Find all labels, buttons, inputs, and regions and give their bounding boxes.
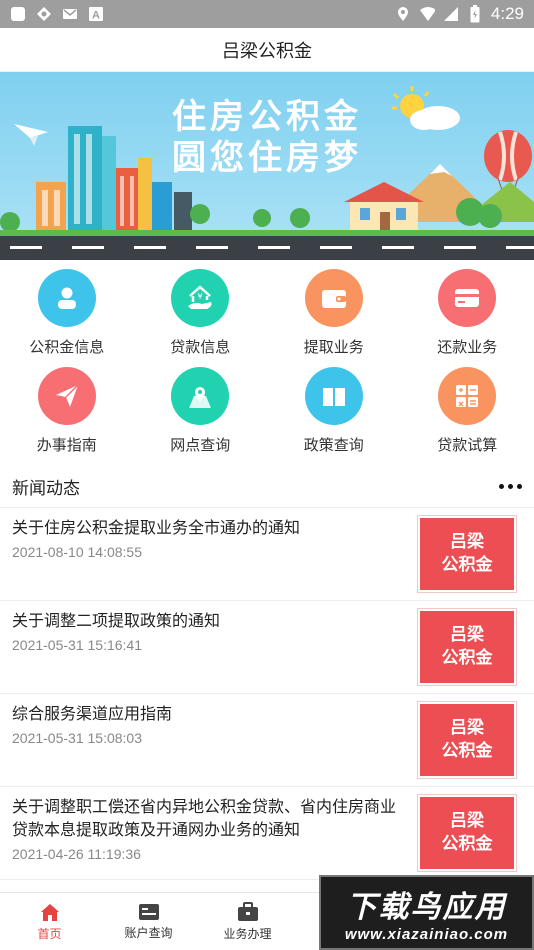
- nav-item-label: 业务办理: [223, 926, 272, 941]
- nav-item-account[interactable]: 账户查询: [99, 893, 198, 950]
- news-section-title: 新闻动态: [12, 479, 80, 499]
- grid-item-label: 办事指南: [36, 436, 97, 454]
- news-item-date: 2021-05-31 15:16:41: [12, 637, 142, 653]
- thumb-line1: 吕梁: [450, 811, 484, 831]
- more-icon[interactable]: [491, 478, 522, 495]
- banner-line1: 住房公积金: [172, 97, 362, 137]
- watermark-title: 下载鸟应用: [346, 890, 507, 925]
- page-title: 吕梁公积金: [222, 40, 312, 62]
- app-header: 吕梁公积金: [0, 28, 534, 72]
- app-icon: [10, 6, 26, 22]
- news-item-date: 2021-05-31 15:08:03: [12, 730, 142, 746]
- home-icon: [40, 903, 59, 921]
- grid-item-loan-info[interactable]: ¥ 贷款信息: [134, 266, 268, 364]
- svg-text:¥: ¥: [198, 292, 203, 301]
- news-list: 关于住房公积金提取业务全市通办的通知 2021-08-10 14:08:55 吕…: [0, 508, 534, 880]
- id-card-icon: [138, 903, 159, 920]
- briefcase-icon: [237, 901, 258, 921]
- news-item-title: 关于住房公积金提取业务全市通办的通知: [12, 518, 301, 537]
- message-icon: [62, 6, 78, 22]
- thumb-line1: 吕梁: [450, 718, 484, 738]
- thumb-line2: 公积金: [441, 648, 493, 668]
- grid-item-label: 贷款信息: [170, 338, 231, 356]
- banner-line2: 圆您住房梦: [172, 138, 362, 178]
- grid-item-fund-info[interactable]: 公积金信息: [0, 266, 134, 364]
- grid-item-repayment[interactable]: 还款业务: [401, 266, 534, 364]
- grid-item-policy[interactable]: 政策查询: [267, 364, 401, 462]
- news-item-title: 关于调整二项提取政策的通知: [12, 611, 221, 630]
- nav-item-label: 首页: [37, 926, 62, 941]
- sync-icon: [36, 6, 52, 22]
- news-thumbnail: 吕梁 公积金: [417, 515, 517, 593]
- wallet-icon: [304, 269, 363, 327]
- user-icon: [37, 269, 96, 327]
- news-thumbnail: 吕梁 公积金: [417, 608, 517, 686]
- function-grid: 公积金信息 ¥ 贷款信息 提取业务 还款业务 办事指南 网点查询 政策查询 贷款…: [0, 266, 534, 462]
- grid-item-label: 还款业务: [437, 338, 498, 356]
- status-left-icons: A: [10, 6, 104, 22]
- location-icon: [395, 6, 411, 22]
- thumb-line2: 公积金: [441, 834, 493, 854]
- signal-icon: [443, 6, 459, 22]
- status-time: 4:29: [490, 4, 524, 23]
- news-item-date: 2021-04-26 11:19:36: [12, 846, 141, 862]
- thumb-line1: 吕梁: [450, 625, 484, 645]
- watermark-url: www.xiazainiao.com: [344, 926, 509, 943]
- grid-item-outlets[interactable]: 网点查询: [134, 364, 268, 462]
- nav-item-label: 账户查询: [124, 925, 173, 940]
- calculator-icon: [438, 367, 497, 425]
- news-item[interactable]: 关于住房公积金提取业务全市通办的通知 2021-08-10 14:08:55 吕…: [0, 508, 534, 601]
- news-item-date: 2021-08-10 14:08:55: [12, 544, 142, 560]
- banner-illustration: 住房公积金 圆您住房梦: [0, 72, 534, 260]
- house-loan-icon: ¥: [171, 269, 230, 327]
- grid-item-label: 提取业务: [303, 338, 364, 356]
- svg-text:A: A: [92, 10, 100, 22]
- promo-banner[interactable]: 住房公积金 圆您住房梦: [0, 72, 534, 260]
- grid-item-guide[interactable]: 办事指南: [0, 364, 134, 462]
- battery-icon: [467, 5, 483, 23]
- news-item[interactable]: 综合服务渠道应用指南 2021-05-31 15:08:03 吕梁 公积金: [0, 694, 534, 787]
- news-item-title: 关于调整职工偿还省内异地公积金贷款、省内住房商业贷款本息提取政策及开通网办业务的…: [12, 797, 397, 839]
- send-icon: [37, 367, 96, 425]
- news-item[interactable]: 关于调整职工偿还省内异地公积金贷款、省内住房商业贷款本息提取政策及开通网办业务的…: [0, 787, 534, 880]
- news-thumbnail: 吕梁 公积金: [417, 701, 517, 779]
- news-item[interactable]: 关于调整二项提取政策的通知 2021-05-31 15:16:41 吕梁 公积金: [0, 601, 534, 694]
- watermark-logo: 下载鸟应用 www.xiazainiao.com: [319, 875, 534, 950]
- news-thumbnail: 吕梁 公积金: [417, 794, 517, 872]
- nav-item-home[interactable]: 首页: [0, 893, 99, 950]
- book-icon: [304, 367, 363, 425]
- status-bar: A 4:29: [0, 0, 534, 28]
- grid-item-label: 公积金信息: [29, 338, 105, 356]
- grid-item-loan-calculator[interactable]: 贷款试算: [401, 364, 534, 462]
- news-section-header: 新闻动态: [0, 466, 534, 508]
- map-pin-icon: [171, 367, 230, 425]
- thumb-line2: 公积金: [441, 741, 493, 761]
- grid-item-withdrawal[interactable]: 提取业务: [267, 266, 401, 364]
- thumb-line1: 吕梁: [450, 532, 484, 552]
- card-icon: [438, 269, 497, 327]
- wifi-icon: [419, 6, 435, 22]
- grid-item-label: 网点查询: [170, 436, 231, 454]
- news-item-title: 综合服务渠道应用指南: [12, 704, 173, 723]
- status-right: 4:29: [395, 4, 524, 24]
- font-app-icon: A: [88, 6, 104, 22]
- grid-item-label: 政策查询: [303, 436, 364, 454]
- nav-item-business[interactable]: 业务办理: [198, 893, 297, 950]
- thumb-line2: 公积金: [441, 555, 493, 575]
- grid-item-label: 贷款试算: [437, 436, 498, 454]
